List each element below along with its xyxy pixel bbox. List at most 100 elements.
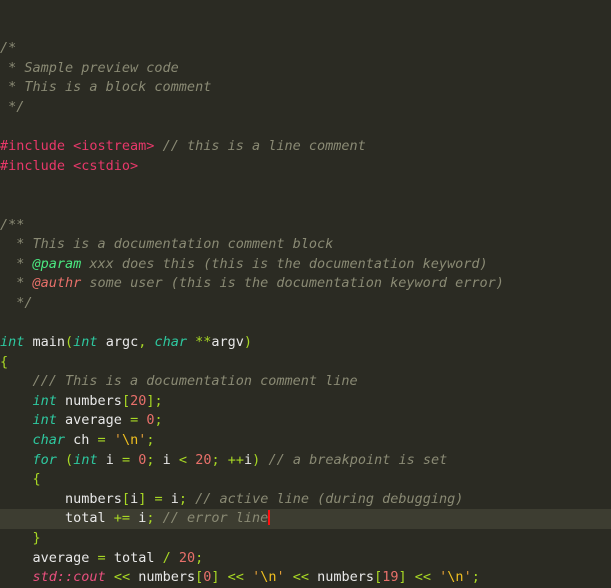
code-line[interactable]: /**	[0, 216, 611, 236]
code-token-punctuation: [	[121, 392, 131, 409]
code-token-doc-comment: * This is a documentation comment block	[0, 236, 334, 253]
code-editor[interactable]: /* * Sample preview code * This is a blo…	[0, 0, 611, 588]
code-token-operator: =	[97, 432, 106, 449]
code-token-doc-comment: /**	[0, 216, 25, 233]
code-line[interactable]: char ch = '\n';	[0, 431, 611, 451]
code-token-punctuation: [	[121, 490, 131, 507]
code-token-punctuation: (	[65, 451, 74, 468]
code-token-identifier: i	[97, 451, 122, 468]
code-line[interactable]: {	[0, 470, 611, 490]
code-token-identifier: i	[130, 490, 139, 507]
code-line[interactable]: * @authr some user (this is the document…	[0, 274, 611, 294]
code-token-identifier	[187, 334, 195, 350]
code-token-doc-keyword: @param	[32, 255, 82, 272]
code-token-doc-comment: some user (this is the documentation key…	[81, 275, 504, 292]
code-token-comment: // error line	[162, 510, 269, 527]
code-token-operator: =	[97, 549, 106, 566]
code-token-operator: <<	[414, 569, 432, 586]
code-line[interactable]: /// This is a documentation comment line	[0, 372, 611, 392]
code-token-string: '	[276, 569, 285, 586]
code-token-identifier: total	[0, 510, 114, 527]
code-token-punctuation: ]	[211, 569, 220, 586]
code-token-identifier	[187, 491, 195, 507]
code-line[interactable]: }	[0, 529, 611, 549]
code-token-punctuation: ;	[178, 490, 188, 507]
code-token-identifier: i	[154, 451, 179, 468]
code-token-operator: /	[162, 549, 171, 566]
code-token-doc-comment: xxx does this (this is the documentation…	[81, 255, 488, 272]
code-token-operator: +=	[113, 510, 131, 527]
code-line[interactable]	[0, 118, 611, 138]
code-line[interactable]: */	[0, 98, 611, 118]
code-line[interactable]: int numbers[20];	[0, 392, 611, 412]
code-text-surface[interactable]: /* * Sample preview code * This is a blo…	[0, 39, 611, 588]
code-token-identifier: average	[0, 549, 98, 566]
code-token-identifier	[187, 452, 195, 468]
code-token-identifier: ch	[65, 432, 98, 449]
code-token-preprocessor: #include	[0, 138, 74, 155]
code-line[interactable]	[0, 314, 611, 334]
code-line[interactable]: * This is a block comment	[0, 78, 611, 98]
code-token-keyword: int	[32, 412, 57, 429]
code-token-comment: /*	[0, 40, 17, 57]
code-token-comment: // a breakpoint is set	[268, 451, 448, 468]
code-token-identifier	[154, 510, 162, 526]
code-token-comment: * This is a block comment	[0, 79, 212, 96]
code-line[interactable]: average = total / 20;	[0, 549, 611, 569]
code-token-identifier	[106, 569, 114, 585]
code-token-operator: <<	[227, 569, 244, 586]
code-token-escape: \n	[121, 432, 139, 449]
code-token-identifier	[244, 569, 252, 585]
code-token-operator: =	[121, 451, 131, 468]
code-line[interactable]	[0, 196, 611, 216]
code-token-punctuation: ;	[471, 569, 480, 586]
code-token-identifier	[0, 471, 33, 487]
code-line[interactable]: for (int i = 0; i < 20; ++i) // a breakp…	[0, 451, 611, 471]
code-token-identifier: numbers	[56, 392, 122, 409]
code-line[interactable]: numbers[i] = i; // active line (during d…	[0, 490, 611, 510]
code-line-current[interactable]: total += i; // error line	[0, 509, 611, 530]
code-line[interactable]: std::cout << numbers[0] << '\n' << numbe…	[0, 568, 611, 588]
code-token-punctuation: )	[243, 334, 253, 351]
code-token-identifier	[407, 569, 415, 585]
code-token-number: 20	[195, 451, 212, 468]
code-token-string: '	[252, 569, 261, 586]
code-token-identifier	[0, 452, 33, 468]
code-line[interactable]: /*	[0, 39, 611, 59]
code-token-identifier: argc	[97, 334, 139, 351]
code-line[interactable]: int average = 0;	[0, 411, 611, 431]
code-token-keyword: int	[0, 334, 25, 351]
code-token-include-path: <iostream>	[73, 138, 155, 155]
code-token-operator: ++	[227, 451, 245, 468]
code-token-punctuation: ;	[195, 549, 204, 566]
code-token-doc-comment: *	[0, 255, 33, 272]
code-line[interactable]: * This is a documentation comment block	[0, 235, 611, 255]
code-token-identifier	[0, 569, 33, 585]
code-token-keyword: int	[73, 451, 98, 468]
code-token-identifier	[0, 373, 33, 389]
code-token-number: 20	[130, 392, 147, 409]
code-line[interactable]: #include <iostream> // this is a line co…	[0, 137, 611, 157]
code-token-identifier: average	[56, 412, 131, 429]
code-token-identifier	[57, 452, 65, 468]
code-token-identifier: numbers	[0, 490, 122, 507]
code-token-number: 20	[178, 549, 196, 566]
code-token-comment: // this is a line comment	[162, 138, 366, 155]
code-line[interactable]: int main(int argc, char **argv)	[0, 333, 611, 353]
code-token-identifier	[285, 569, 293, 585]
code-line[interactable]	[0, 176, 611, 196]
code-line[interactable]: */	[0, 294, 611, 314]
code-token-punctuation: [	[374, 569, 383, 586]
code-line[interactable]: * Sample preview code	[0, 59, 611, 79]
code-token-string: '	[113, 432, 122, 449]
code-token-punctuation: (	[65, 334, 74, 351]
code-line[interactable]: #include <cstdio>	[0, 157, 611, 177]
code-token-operator: =	[130, 412, 139, 429]
text-cursor	[268, 510, 271, 526]
code-token-escape: \n	[260, 569, 277, 586]
code-token-identifier	[220, 452, 228, 468]
code-token-punctuation: ]	[398, 569, 407, 586]
code-line[interactable]: {	[0, 353, 611, 373]
code-line[interactable]: * @param xxx does this (this is the docu…	[0, 255, 611, 275]
code-token-operator: <<	[292, 569, 310, 586]
